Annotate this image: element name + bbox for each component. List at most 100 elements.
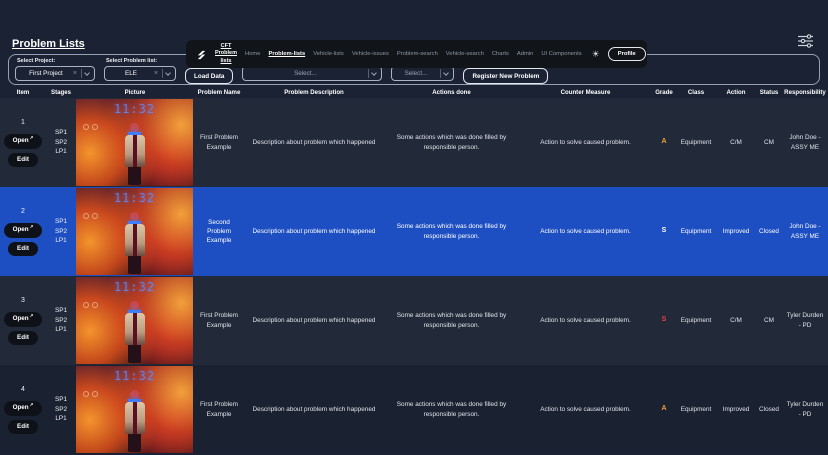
edit-button[interactable]: Edit bbox=[8, 420, 38, 434]
counter-measure: Action to solve caused problem. bbox=[519, 227, 652, 236]
picture-lock-icons bbox=[83, 213, 98, 219]
problem-picture[interactable]: 11:32 bbox=[76, 366, 193, 453]
status-filter-placeholder: Select... bbox=[246, 70, 364, 77]
project-select-value: First Project bbox=[19, 70, 73, 77]
select-divider bbox=[162, 69, 163, 78]
col-status: Status bbox=[756, 89, 782, 96]
nav-item-vehicle-lists[interactable]: Vehicle-lists bbox=[313, 51, 344, 57]
status-cell: CM bbox=[756, 316, 782, 325]
problem-name: First Problem Example bbox=[194, 311, 244, 330]
stages-cell: SP1SP2LP1 bbox=[46, 395, 76, 424]
picture-clock-text: 11:32 bbox=[76, 191, 193, 205]
actions-done: Some actions which was done filled by re… bbox=[384, 311, 519, 330]
filter-sliders-icon[interactable] bbox=[797, 34, 814, 53]
responsibility-cell: Tyler Durden - PD bbox=[782, 311, 828, 330]
col-actions-done: Actions done bbox=[384, 89, 519, 96]
grade-filter-select[interactable]: Select... bbox=[391, 66, 454, 81]
nav-item-charts[interactable]: Charts bbox=[492, 51, 509, 57]
class-cell: Equipment bbox=[676, 138, 716, 147]
edit-button[interactable]: Edit bbox=[8, 331, 38, 345]
col-stages: Stages bbox=[46, 89, 76, 96]
nav-item-admin[interactable]: Admin bbox=[517, 51, 533, 57]
open-button[interactable]: Open↗ bbox=[4, 401, 43, 415]
brand-link[interactable]: CFT Problem lists bbox=[215, 43, 237, 64]
responsibility-cell: John Doe - ASSY ME bbox=[782, 133, 828, 152]
chevron-down-icon bbox=[372, 70, 378, 76]
external-link-icon: ↗ bbox=[30, 403, 34, 408]
edit-button[interactable]: Edit bbox=[8, 153, 38, 167]
profile-button[interactable]: Profile bbox=[608, 47, 646, 61]
picture-clock-text: 11:32 bbox=[76, 369, 193, 383]
counter-measure: Action to solve caused problem. bbox=[519, 405, 652, 414]
problem-description: Description about problem which happened bbox=[244, 316, 384, 325]
open-button[interactable]: Open↗ bbox=[4, 223, 43, 237]
picture-figure bbox=[123, 123, 147, 185]
problem-picture[interactable]: 11:32 bbox=[76, 277, 193, 364]
table-row[interactable]: 4 Open↗ Edit SP1SP2LP1 11:32 First Probl… bbox=[0, 365, 828, 454]
col-picture: Picture bbox=[76, 89, 194, 96]
picture-figure bbox=[123, 212, 147, 274]
theme-toggle-sun-icon[interactable]: ☀ bbox=[592, 49, 600, 60]
clear-icon[interactable]: × bbox=[73, 70, 77, 77]
external-link-icon: ↗ bbox=[30, 314, 34, 319]
stages-cell: SP1SP2LP1 bbox=[46, 217, 76, 246]
grade-filter-placeholder: Select... bbox=[395, 70, 436, 77]
actions-done: Some actions which was done filled by re… bbox=[384, 400, 519, 419]
stages-cell: SP1SP2LP1 bbox=[46, 306, 76, 335]
problem-name: First Problem Example bbox=[194, 133, 244, 152]
nav-item-problem-lists[interactable]: Problem-lists bbox=[268, 51, 305, 57]
page-title: Problem Lists bbox=[12, 38, 85, 50]
problem-name: First Problem Example bbox=[194, 400, 244, 419]
table-row[interactable]: 3 Open↗ Edit SP1SP2LP1 11:32 First Probl… bbox=[0, 276, 828, 365]
chevron-down-icon bbox=[165, 70, 171, 76]
grade-badge: A bbox=[652, 404, 676, 414]
grade-badge: S bbox=[652, 226, 676, 236]
action-cell: C/M bbox=[716, 316, 756, 325]
problem-name: Second Problem Example bbox=[194, 218, 244, 246]
picture-figure bbox=[123, 301, 147, 363]
problem-description: Description about problem which happened bbox=[244, 227, 384, 236]
grade-badge: A bbox=[652, 137, 676, 147]
item-number: 4 bbox=[21, 385, 25, 395]
stages-cell: SP1SP2LP1 bbox=[46, 128, 76, 157]
select-divider bbox=[81, 69, 82, 78]
problem-picture[interactable]: 11:32 bbox=[76, 188, 193, 275]
class-cell: Equipment bbox=[676, 316, 716, 325]
register-new-problem-button[interactable]: Register New Problem bbox=[463, 68, 548, 84]
col-action: Action bbox=[716, 89, 756, 96]
problem-list-select-label: Select Problem list: bbox=[106, 58, 176, 64]
project-select[interactable]: First Project × bbox=[15, 66, 95, 81]
table-row-selected[interactable]: 2 Open↗ Edit SP1SP2LP1 11:32 Second Prob… bbox=[0, 187, 828, 276]
brand-logo-icon[interactable] bbox=[196, 49, 207, 60]
responsibility-cell: Tyler Durden - PD bbox=[782, 400, 828, 419]
action-cell: C/M bbox=[716, 138, 756, 147]
action-cell: Improved bbox=[716, 405, 756, 414]
nav-item-ui-components[interactable]: UI Components bbox=[541, 51, 581, 57]
top-navbar: CFT Problem lists Home Problem-lists Veh… bbox=[186, 40, 647, 68]
grade-badge: S bbox=[652, 315, 676, 325]
nav-item-home[interactable]: Home bbox=[245, 51, 260, 57]
status-filter-select[interactable]: Select... bbox=[242, 66, 382, 81]
nav-item-problem-search[interactable]: Problem-search bbox=[397, 51, 438, 57]
open-button[interactable]: Open↗ bbox=[4, 134, 43, 148]
col-grade: Grade bbox=[652, 89, 676, 96]
col-problem-name: Problem Name bbox=[194, 89, 244, 96]
chevron-down-icon bbox=[84, 70, 90, 76]
col-item: Item bbox=[0, 89, 46, 96]
problem-description: Description about problem which happened bbox=[244, 405, 384, 414]
select-divider bbox=[368, 69, 369, 78]
open-button[interactable]: Open↗ bbox=[4, 312, 43, 326]
picture-lock-icons bbox=[83, 302, 98, 308]
nav-item-vehicle-issues[interactable]: Vehicle-issues bbox=[352, 51, 389, 57]
external-link-icon: ↗ bbox=[30, 136, 34, 141]
picture-lock-icons bbox=[83, 391, 98, 397]
action-cell: Improved bbox=[716, 227, 756, 236]
load-data-button[interactable]: Load Data bbox=[185, 68, 233, 84]
problem-picture[interactable]: 11:32 bbox=[76, 99, 193, 186]
table-row[interactable]: 1 Open↗ Edit SP1SP2LP1 11:32 First Probl… bbox=[0, 98, 828, 187]
problem-list-select-value: ELE bbox=[108, 70, 154, 77]
clear-icon[interactable]: × bbox=[154, 70, 158, 77]
edit-button[interactable]: Edit bbox=[8, 242, 38, 256]
nav-item-vehicle-search[interactable]: Vehicle-search bbox=[446, 51, 484, 57]
problem-list-select[interactable]: ELE × bbox=[104, 66, 176, 81]
